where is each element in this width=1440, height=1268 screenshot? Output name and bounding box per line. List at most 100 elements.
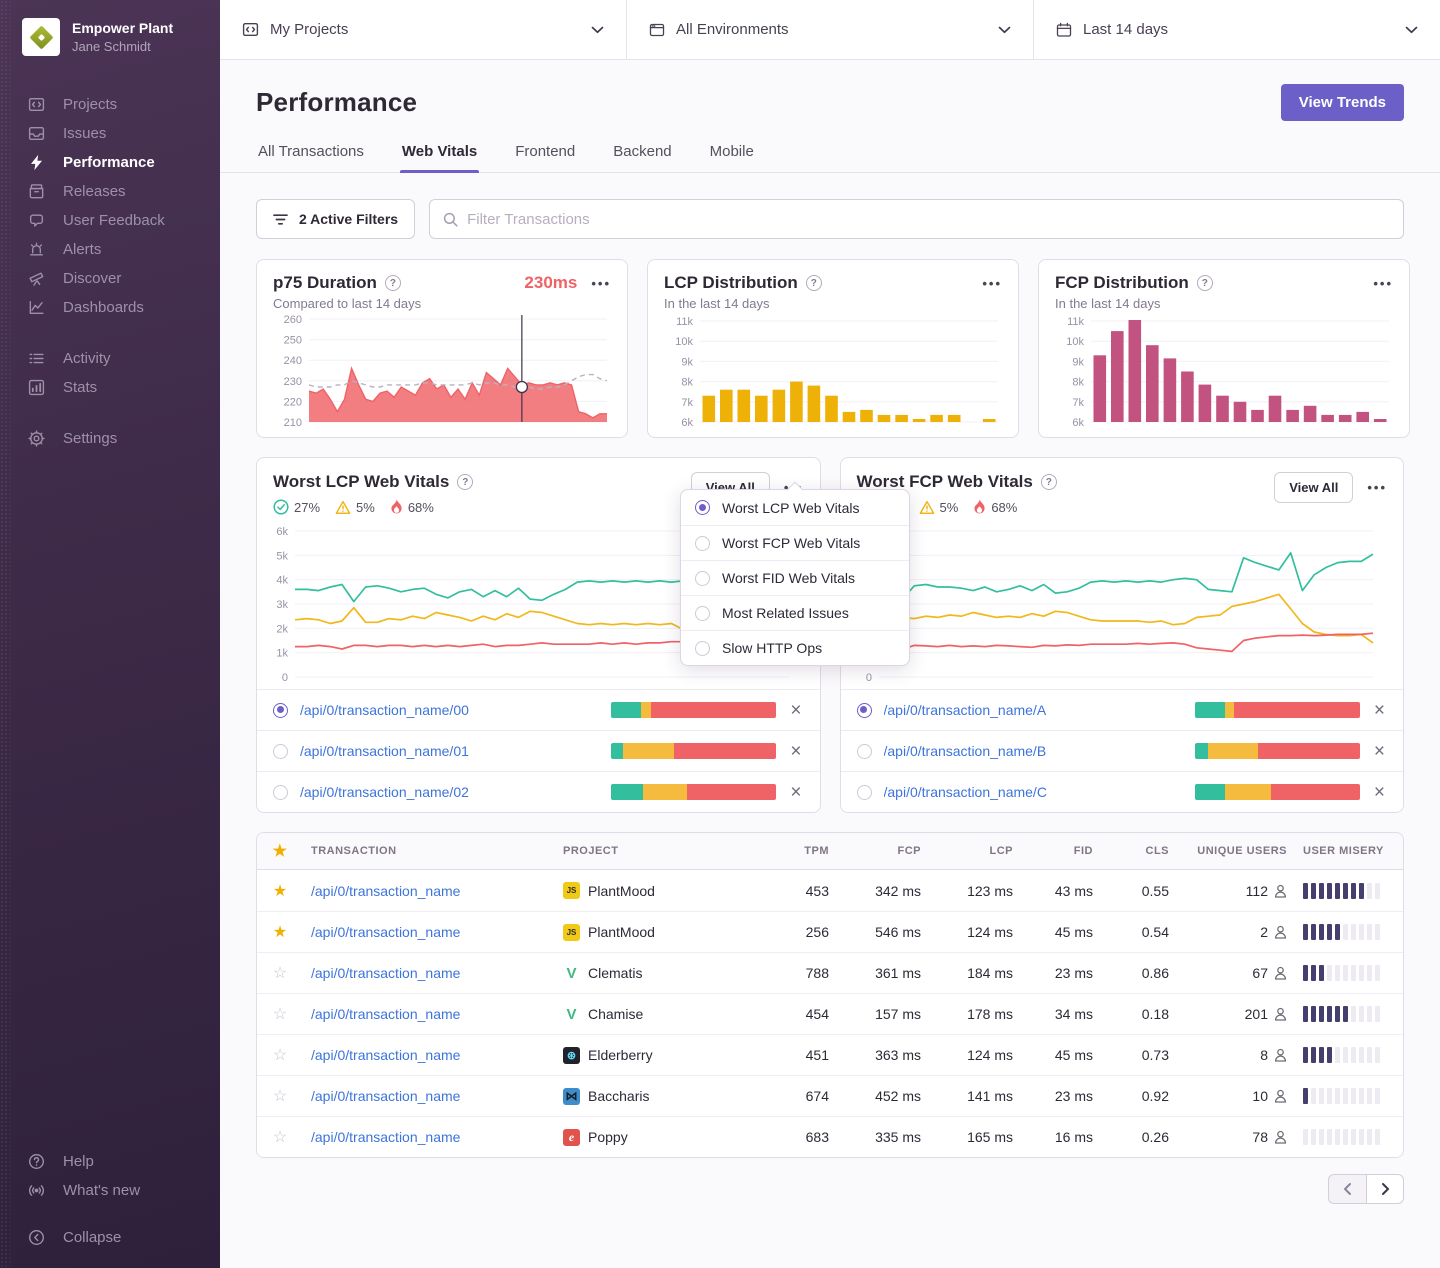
star-toggle[interactable]: ☆ [257, 1127, 303, 1147]
user-feedback-icon [28, 212, 45, 229]
sidebar-item-projects[interactable]: Projects [24, 90, 220, 119]
search-input[interactable] [467, 211, 1390, 228]
help-icon[interactable]: ? [1041, 474, 1057, 490]
column-header-fcp[interactable]: FCP [837, 845, 929, 857]
view-all-button[interactable]: View All [1274, 472, 1353, 503]
view-trends-button[interactable]: View Trends [1281, 84, 1404, 121]
sidebar-item-what-s-new[interactable]: What's new [24, 1176, 220, 1205]
tab-frontend[interactable]: Frontend [513, 143, 577, 172]
transaction-radio[interactable] [857, 744, 872, 759]
close-icon[interactable]: × [1372, 742, 1387, 761]
star-toggle[interactable]: ☆ [257, 1004, 303, 1024]
tab-mobile[interactable]: Mobile [708, 143, 756, 172]
transaction-link[interactable]: /api/0/transaction_name/01 [300, 743, 599, 759]
issues-icon [28, 125, 45, 142]
menu-item-worst-fid-web-vitals[interactable]: Worst FID Web Vitals [681, 560, 909, 595]
transaction-link[interactable]: /api/0/transaction_name [311, 1006, 460, 1022]
menu-radio[interactable] [695, 606, 710, 621]
star-toggle[interactable]: ☆ [257, 1045, 303, 1065]
transaction-link[interactable]: /api/0/transaction_name [311, 1088, 460, 1104]
transaction-link[interactable]: /api/0/transaction_name [311, 965, 460, 981]
transaction-link[interactable]: /api/0/transaction_name [311, 883, 460, 899]
sidebar-item-releases[interactable]: Releases [24, 177, 220, 206]
star-toggle[interactable]: ★ [257, 881, 303, 901]
menu-radio[interactable] [695, 536, 710, 551]
transaction-radio[interactable] [857, 703, 872, 718]
help-icon[interactable]: ? [1197, 275, 1213, 291]
svg-text:3k: 3k [276, 599, 288, 611]
transaction-link[interactable]: /api/0/transaction_name/02 [300, 784, 599, 800]
transaction-radio[interactable] [857, 785, 872, 800]
menu-item-worst-lcp-web-vitals[interactable]: Worst LCP Web Vitals [681, 490, 909, 525]
sidebar-item-issues[interactable]: Issues [24, 119, 220, 148]
close-icon[interactable]: × [1372, 701, 1387, 720]
sidebar-item-stats[interactable]: Stats [24, 373, 220, 402]
close-icon[interactable]: × [788, 742, 803, 761]
vitals-stat-meh: 5% [335, 500, 375, 515]
star-column-header-icon[interactable]: ★ [257, 841, 303, 861]
transaction-link[interactable]: /api/0/transaction_name/A [884, 702, 1183, 718]
close-icon[interactable]: × [1372, 783, 1387, 802]
transaction-radio[interactable] [273, 703, 288, 718]
cls-value: 0.73 [1101, 1047, 1177, 1063]
more-options-icon[interactable]: ••• [1373, 275, 1393, 292]
column-header-fid[interactable]: FID [1021, 845, 1101, 857]
star-toggle[interactable]: ☆ [257, 1086, 303, 1106]
sidebar-item-user-feedback[interactable]: User Feedback [24, 206, 220, 235]
more-options-icon[interactable]: ••• [982, 275, 1002, 292]
transaction-link[interactable]: /api/0/transaction_name/00 [300, 702, 599, 718]
active-filters-button[interactable]: 2 Active Filters [256, 199, 415, 239]
svg-text:6k: 6k [1072, 417, 1084, 429]
help-icon[interactable]: ? [806, 275, 822, 291]
menu-radio[interactable] [695, 500, 710, 515]
star-toggle[interactable]: ☆ [257, 963, 303, 983]
transaction-radio[interactable] [273, 785, 288, 800]
transaction-link[interactable]: /api/0/transaction_name [311, 1129, 460, 1145]
close-icon[interactable]: × [788, 783, 803, 802]
previous-page-button[interactable] [1328, 1174, 1366, 1204]
star-toggle[interactable]: ★ [257, 922, 303, 942]
user-misery-bar [1295, 1129, 1403, 1145]
menu-radio[interactable] [695, 571, 710, 586]
column-header-project[interactable]: PROJECT [555, 845, 773, 857]
transaction-link[interactable]: /api/0/transaction_name/C [884, 784, 1183, 800]
column-header-tpm[interactable]: TPM [773, 845, 837, 857]
sidebar-item-discover[interactable]: Discover [24, 264, 220, 293]
next-page-button[interactable] [1366, 1174, 1404, 1204]
more-options-icon[interactable]: ••• [591, 275, 611, 292]
vitals-transaction-row: /api/0/transaction_name/01 × [257, 730, 820, 771]
transaction-radio[interactable] [273, 744, 288, 759]
ember-platform-icon: e [563, 1129, 580, 1146]
tab-all-transactions[interactable]: All Transactions [256, 143, 366, 172]
releases-icon [28, 183, 45, 200]
close-icon[interactable]: × [788, 701, 803, 720]
menu-radio[interactable] [695, 641, 710, 656]
sidebar-item-alerts[interactable]: Alerts [24, 235, 220, 264]
transaction-link[interactable]: /api/0/transaction_name/B [884, 743, 1183, 759]
sidebar-item-settings[interactable]: Settings [24, 424, 220, 453]
column-header-lcp[interactable]: LCP [929, 845, 1021, 857]
menu-item-most-related-issues[interactable]: Most Related Issues [681, 595, 909, 630]
column-header-user-misery[interactable]: USER MISERY [1295, 845, 1403, 857]
column-header-transaction[interactable]: TRANSACTION [303, 845, 555, 857]
org-switcher[interactable]: Empower Plant Jane Schmidt [0, 0, 220, 66]
transaction-link[interactable]: /api/0/transaction_name [311, 1047, 460, 1063]
help-icon[interactable]: ? [385, 275, 401, 291]
sidebar-item-activity[interactable]: Activity [24, 344, 220, 373]
sidebar-item-collapse[interactable]: Collapse [24, 1223, 220, 1252]
sidebar-item-help[interactable]: Help [24, 1147, 220, 1176]
project-filter-dropdown[interactable]: My Projects [220, 0, 626, 59]
sidebar-item-performance[interactable]: Performance [24, 148, 220, 177]
environment-filter-dropdown[interactable]: All Environments [626, 0, 1033, 59]
menu-item-worst-fcp-web-vitals[interactable]: Worst FCP Web Vitals [681, 525, 909, 560]
column-header-cls[interactable]: CLS [1101, 845, 1177, 857]
tab-backend[interactable]: Backend [611, 143, 673, 172]
column-header-unique-users[interactable]: UNIQUE USERS [1177, 845, 1295, 857]
sidebar-item-dashboards[interactable]: Dashboards [24, 293, 220, 322]
help-icon[interactable]: ? [457, 474, 473, 490]
more-options-icon[interactable]: ••• [1367, 479, 1387, 496]
date-range-dropdown[interactable]: Last 14 days [1033, 0, 1440, 59]
transaction-link[interactable]: /api/0/transaction_name [311, 924, 460, 940]
tab-web-vitals[interactable]: Web Vitals [400, 143, 479, 172]
menu-item-slow-http-ops[interactable]: Slow HTTP Ops [681, 630, 909, 665]
